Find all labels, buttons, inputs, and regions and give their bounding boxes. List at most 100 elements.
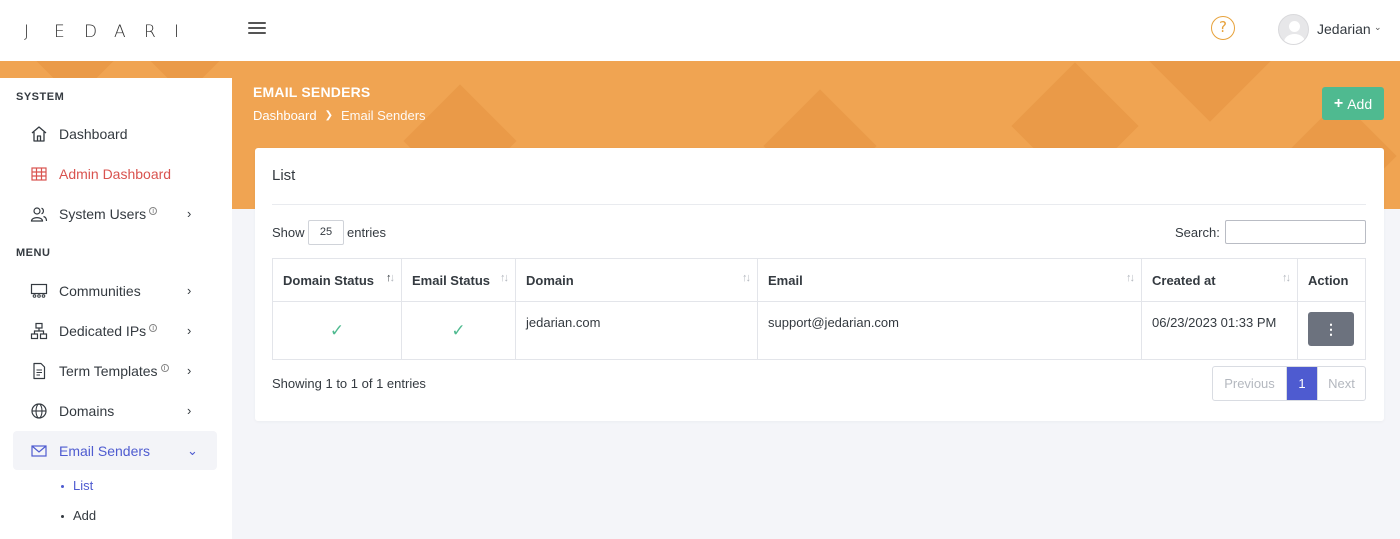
sidebar-item-label: Dedicated IPs i xyxy=(59,322,158,339)
envelope-icon xyxy=(31,444,47,457)
sort-icon: ↑↓ xyxy=(500,272,509,284)
sidebar-subitem-label: List xyxy=(73,478,94,493)
sidebar-item-admin-dashboard[interactable]: Admin Dashboard xyxy=(13,154,217,193)
info-icon: i xyxy=(149,206,158,215)
row-actions-button[interactable]: ⋮ xyxy=(1308,312,1354,346)
bullet-icon xyxy=(61,485,64,489)
community-icon xyxy=(30,283,48,298)
sidebar-item-term-templates[interactable]: Term Templates i › xyxy=(13,351,217,390)
brand-logo[interactable]: J E D A R I xyxy=(24,22,204,42)
entries-label: entries xyxy=(347,225,387,240)
sidebar-item-dashboard[interactable]: Dashboard xyxy=(13,114,217,153)
table-row: ✓ ✓ jedarian.com support@jedarian.com 06… xyxy=(272,301,1366,360)
sidebar-item-label: Domains xyxy=(59,402,115,419)
sidebar-item-label-text: System Users xyxy=(59,205,147,222)
sidebar-subitem-list[interactable]: List xyxy=(61,478,93,493)
column-header-email-status[interactable]: Email Status ↑↓ xyxy=(401,258,516,302)
sidebar-item-email-senders[interactable]: Email Senders ⌄ xyxy=(13,431,217,470)
sidebar-subitem-add[interactable]: Add xyxy=(61,508,96,523)
logo-letter: E xyxy=(54,22,65,42)
breadcrumb: Dashboard ❯ Email Senders xyxy=(253,108,426,123)
sidebar-item-system-users[interactable]: System Users i › xyxy=(13,194,217,233)
cell-action: ⋮ xyxy=(1297,301,1366,360)
cell-domain: jedarian.com xyxy=(515,301,758,360)
search-label: Search: xyxy=(1175,225,1220,240)
chevron-right-icon: › xyxy=(187,206,192,221)
table-header-row: Domain Status ↑↓ Email Status ↑↓ Domain ↑↓ … xyxy=(272,258,1366,302)
pagination-page-1[interactable]: 1 xyxy=(1287,367,1317,400)
sidebar-item-label: Communities xyxy=(59,282,141,299)
column-header-label: Email Status xyxy=(412,272,491,288)
sidebar-item-label: Admin Dashboard xyxy=(59,165,172,182)
pagination-previous[interactable]: Previous xyxy=(1213,367,1287,400)
sidebar: SYSTEM Dashboard Admin Dashboard System … xyxy=(0,78,232,539)
network-icon xyxy=(30,322,48,339)
avatar[interactable] xyxy=(1278,14,1309,45)
check-icon: ✓ xyxy=(451,320,466,341)
users-icon xyxy=(30,206,48,222)
sidebar-item-label-text: Term Templates xyxy=(59,362,158,379)
sidebar-subitem-label: Add xyxy=(73,508,97,523)
chevron-right-icon: › xyxy=(187,323,192,338)
decor-shape xyxy=(1139,61,1281,122)
add-button[interactable]: + Add xyxy=(1322,87,1384,120)
column-header-domain-status[interactable]: Domain Status ↑↓ xyxy=(272,258,402,302)
sort-icon: ↑↓ xyxy=(1282,272,1291,284)
chevron-right-icon: › xyxy=(187,363,192,378)
sidebar-item-label: System Users i xyxy=(59,205,158,222)
info-icon: i xyxy=(160,363,169,372)
plus-icon: + xyxy=(1333,94,1344,112)
show-label: Show xyxy=(272,225,305,240)
search-input[interactable] xyxy=(1225,220,1366,244)
column-header-domain[interactable]: Domain ↑↓ xyxy=(515,258,758,302)
home-icon xyxy=(31,125,47,142)
breadcrumb-dashboard[interactable]: Dashboard xyxy=(253,108,317,123)
logo-letter: R xyxy=(144,22,156,42)
document-icon xyxy=(33,362,46,379)
logo-letter: I xyxy=(174,22,180,42)
page-length-select[interactable]: 25 xyxy=(308,220,344,245)
cell-email: support@jedarian.com xyxy=(757,301,1142,360)
sidebar-item-label: Term Templates i xyxy=(59,363,169,379)
divider xyxy=(272,204,1366,205)
table-info: Showing 1 to 1 of 1 entries xyxy=(272,376,426,391)
column-header-email[interactable]: Email ↑↓ xyxy=(757,258,1142,302)
sidebar-section-menu: MENU xyxy=(16,247,51,259)
pagination: Previous 1 Next xyxy=(1212,366,1366,401)
email-senders-table: Domain Status ↑↓ Email Status ↑↓ Domain ↑↓ … xyxy=(272,258,1366,360)
sidebar-item-label-text: Dedicated IPs xyxy=(59,322,147,339)
column-header-label: Domain xyxy=(526,272,574,288)
cell-domain-status: ✓ xyxy=(272,301,402,360)
globe-icon xyxy=(31,402,47,419)
chevron-right-icon: ❯ xyxy=(324,110,333,121)
chevron-right-icon: › xyxy=(187,403,192,418)
logo-letter: A xyxy=(114,22,126,42)
sort-icon: ↑↓ xyxy=(1126,272,1135,284)
column-header-created-at[interactable]: Created at ↑↓ xyxy=(1141,258,1298,302)
pagination-next[interactable]: Next xyxy=(1317,367,1365,400)
table-grid-icon xyxy=(31,166,47,181)
hamburger-menu-icon[interactable] xyxy=(248,22,266,36)
column-header-action: Action xyxy=(1297,258,1366,302)
chevron-down-icon: ⌄ xyxy=(187,442,198,458)
list-card: List Show 25 entries Search: Domain Stat… xyxy=(255,148,1384,421)
column-header-label: Domain Status xyxy=(283,272,375,288)
info-icon: i xyxy=(149,323,158,332)
page-title: EMAIL SENDERS xyxy=(253,84,371,100)
sidebar-item-dedicated-ips[interactable]: Dedicated IPs i › xyxy=(13,311,217,350)
user-name[interactable]: Jedarian xyxy=(1317,21,1371,37)
sort-icon: ↑↓ xyxy=(742,272,751,284)
top-bar: J E D A R I ? Jedarian ⌄ xyxy=(0,0,1400,61)
add-button-label: Add xyxy=(1347,95,1373,112)
sidebar-section-system: SYSTEM xyxy=(16,91,65,103)
chevron-right-icon: › xyxy=(187,283,192,298)
logo-letter: J xyxy=(24,22,30,42)
cell-created-at: 06/23/2023 01:33 PM xyxy=(1141,301,1298,360)
sidebar-item-communities[interactable]: Communities › xyxy=(13,271,217,310)
chevron-down-icon[interactable]: ⌄ xyxy=(1374,22,1382,33)
sort-asc-icon: ↑↓ xyxy=(386,272,395,284)
sidebar-item-domains[interactable]: Domains › xyxy=(13,391,217,430)
breadcrumb-current: Email Senders xyxy=(341,108,426,123)
question-circle-icon[interactable]: ? xyxy=(1211,16,1235,40)
column-header-label: Action xyxy=(1308,272,1349,288)
